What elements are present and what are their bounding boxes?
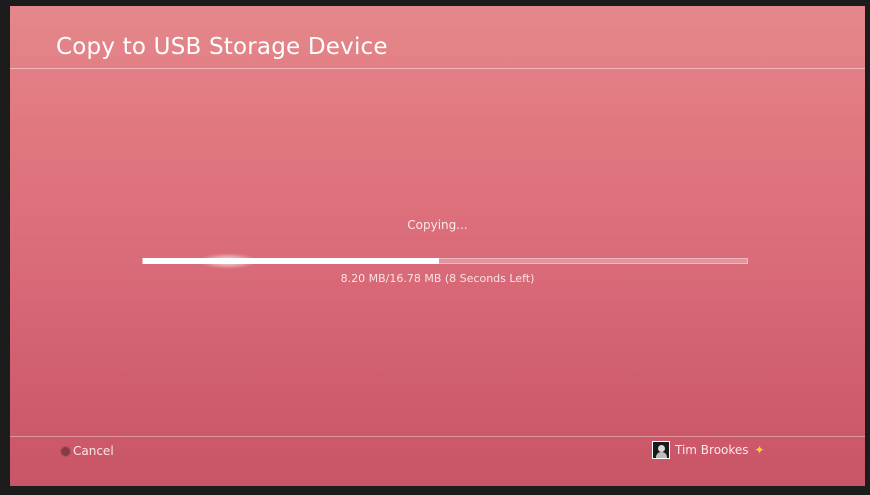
progress-glow [198, 253, 258, 269]
avatar-icon [652, 441, 670, 459]
user-name: Tim Brookes [675, 443, 749, 457]
page-title: Copy to USB Storage Device [56, 34, 388, 60]
circle-button-icon [60, 445, 71, 457]
copy-screen: Copy to USB Storage Device Copying... 8.… [10, 6, 865, 486]
window-frame: Copy to USB Storage Device Copying... 8.… [0, 0, 870, 495]
header-divider [10, 68, 865, 69]
cancel-label: Cancel [73, 444, 114, 458]
footer-divider [10, 436, 865, 437]
progress-bar-fill [143, 258, 439, 264]
copy-status-text: Copying... [407, 218, 468, 232]
cancel-button[interactable]: Cancel [60, 442, 114, 460]
user-info: Tim Brookes ✦ [652, 440, 765, 460]
copy-size-info: 8.20 MB/16.78 MB (8 Seconds Left) [340, 272, 535, 285]
copy-progress-bar [142, 253, 748, 269]
playstation-plus-icon: ✦ [754, 443, 765, 457]
